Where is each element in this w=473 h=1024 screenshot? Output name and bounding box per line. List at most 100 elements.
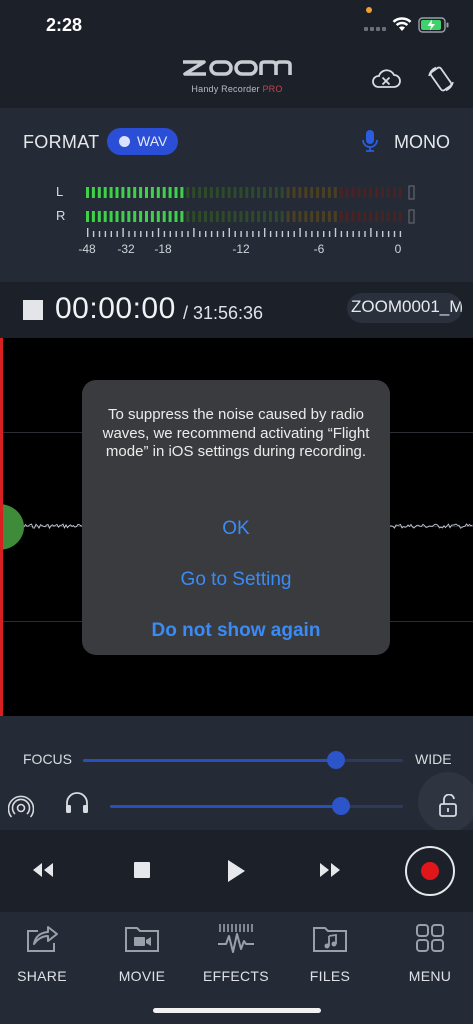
meter-segment <box>304 187 308 198</box>
tab-files[interactable]: FILES <box>285 922 375 984</box>
meter-tick <box>92 231 95 237</box>
meter-segment <box>198 187 202 198</box>
meter-segment <box>180 187 184 198</box>
input-monitor-icon[interactable] <box>8 794 34 820</box>
ok-button[interactable]: OK <box>82 518 390 540</box>
meter-segment <box>115 187 119 198</box>
meter-segment <box>286 211 290 222</box>
scale-label: 0 <box>394 242 402 256</box>
meter-tick <box>334 228 337 237</box>
meter-segment <box>109 187 113 198</box>
meter-tick <box>376 231 378 237</box>
meter-segment <box>174 211 178 222</box>
meter-segment <box>251 211 255 222</box>
meter-segment <box>174 187 178 198</box>
monitor-volume-slider[interactable] <box>110 797 403 815</box>
meter-segment <box>280 187 284 198</box>
format-panel: FORMAT WAV MONO L R -48 -32 -18 -12 -6 0 <box>0 108 473 282</box>
meter-segment <box>150 187 154 198</box>
meter-segment <box>204 211 207 222</box>
meter-tick <box>151 231 154 237</box>
wide-label: WIDE <box>415 751 452 767</box>
meter-tick <box>352 231 354 237</box>
level-meter <box>86 185 415 224</box>
focus-slider-thumb[interactable] <box>326 751 345 769</box>
playhead-line[interactable] <box>0 338 3 716</box>
meter-tick <box>175 231 177 237</box>
meter-tick <box>258 231 260 237</box>
controls-panel: FOCUS WIDE <box>0 716 473 832</box>
fast-forward-icon[interactable] <box>318 861 342 879</box>
hold-lock-button[interactable] <box>418 772 473 832</box>
meter-tick <box>98 231 101 237</box>
share-icon <box>27 926 58 952</box>
meter-segment <box>150 211 154 222</box>
tab-menu[interactable]: MENU <box>385 922 473 984</box>
meter-segment <box>304 211 308 222</box>
microphone-icon[interactable] <box>361 129 379 153</box>
stop-icon[interactable] <box>133 861 151 879</box>
meter-tick <box>252 231 254 237</box>
meter-segment <box>345 187 349 198</box>
meter-segment <box>109 211 113 222</box>
meter-tick <box>293 231 295 237</box>
tab-effects[interactable]: EFFECTS <box>191 922 281 984</box>
tab-share[interactable]: SHARE <box>0 922 87 984</box>
play-icon[interactable] <box>225 858 247 884</box>
playhead-marker[interactable] <box>0 504 24 550</box>
meter-segment <box>322 187 325 198</box>
meter-segment <box>209 187 213 198</box>
elapsed-time: 00:00:00 <box>55 292 176 325</box>
channel-mode[interactable]: MONO <box>394 132 450 153</box>
meter-segment <box>121 187 125 198</box>
meter-tick <box>140 231 142 237</box>
tab-label: MENU <box>408 968 452 984</box>
status-bar: 2:28 <box>0 0 473 52</box>
meter-tick <box>205 231 207 237</box>
meter-segment <box>221 211 225 222</box>
meter-segment <box>363 211 367 222</box>
filename-field[interactable]: ZOOM0001_MONO <box>347 293 462 323</box>
meter-segment <box>239 211 243 222</box>
meter-segment <box>186 187 190 198</box>
alert-message: To suppress the noise caused by radio wa… <box>102 406 370 460</box>
meter-segment <box>168 187 172 198</box>
privacy-indicator-icon <box>366 7 372 13</box>
screen-rotation-icon[interactable] <box>426 64 456 94</box>
remaining-time: / 31:56:36 <box>183 303 264 323</box>
movie-icon <box>125 927 159 952</box>
meter-tick <box>305 231 307 237</box>
meter-tick <box>169 231 171 237</box>
meter-segment <box>215 187 219 198</box>
go-to-setting-button[interactable]: Go to Setting <box>82 569 390 591</box>
meter-tick <box>210 231 213 237</box>
do-not-show-again-button[interactable]: Do not show again <box>82 620 390 642</box>
meter-tick <box>122 228 124 237</box>
meter-segment <box>156 187 160 198</box>
peak-hold-indicator <box>408 209 415 224</box>
tab-movie[interactable]: MOVIE <box>97 922 187 984</box>
meter-tick <box>193 228 195 237</box>
meter-segment <box>351 187 355 198</box>
scale-label: -32 <box>117 242 135 256</box>
meter-segment <box>298 187 302 198</box>
focus-slider[interactable] <box>83 751 403 769</box>
cloud-close-icon[interactable] <box>370 66 402 92</box>
meter-segment <box>233 187 237 198</box>
meter-tick <box>146 231 148 237</box>
meter-tick <box>281 231 284 237</box>
meter-segment <box>274 187 278 198</box>
meter-tick <box>346 231 348 237</box>
meter-segment <box>127 187 131 198</box>
record-button[interactable] <box>405 846 455 896</box>
format-toggle[interactable]: WAV <box>107 128 178 155</box>
menu-grid-icon <box>416 924 444 952</box>
meter-segment <box>115 211 119 222</box>
rewind-icon[interactable] <box>31 861 55 879</box>
meter-segment <box>292 187 296 198</box>
meter-segment <box>316 211 320 222</box>
headphones-icon[interactable] <box>64 792 90 814</box>
filename-text: ZOOM0001_MONO <box>351 297 462 316</box>
monitor-slider-thumb[interactable] <box>332 797 351 815</box>
meter-segment <box>192 211 196 222</box>
